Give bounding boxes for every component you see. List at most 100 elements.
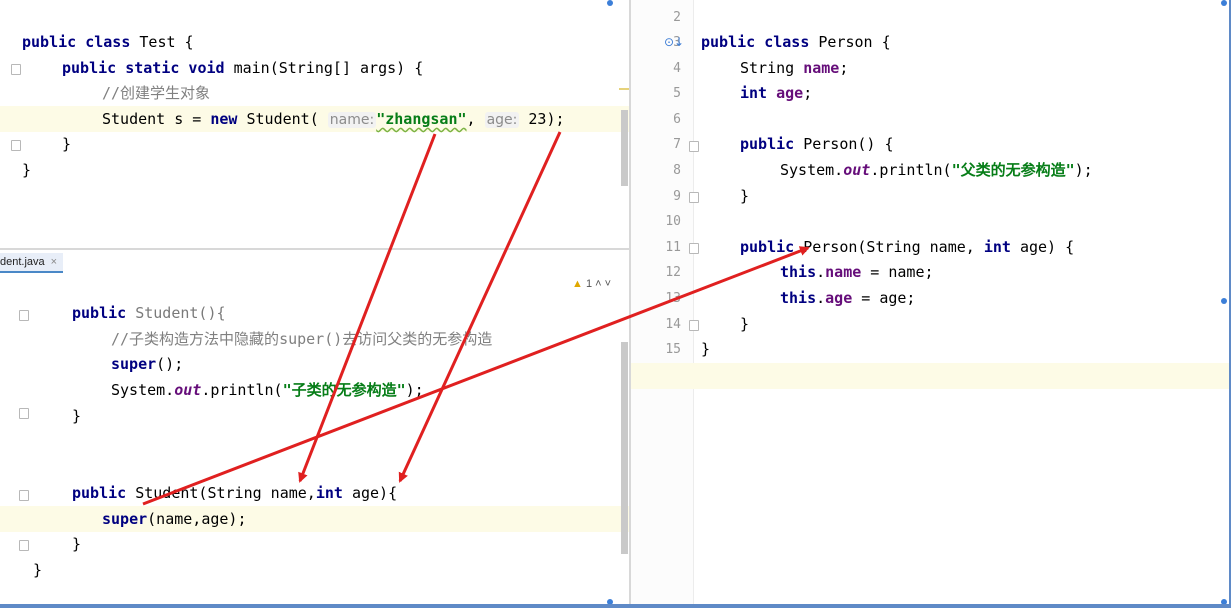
tab-label: dent.java (0, 256, 45, 268)
fold-marker[interactable] (689, 320, 699, 331)
test-editor-pane[interactable]: public class Test { public static void m… (0, 0, 629, 248)
keyword: int (740, 84, 768, 102)
code-line[interactable]: public Person(String name, int age) { (740, 235, 1074, 260)
code-text: Student( (237, 110, 319, 128)
code-line[interactable]: } (22, 158, 31, 183)
scrollbar-thumb[interactable] (621, 110, 628, 186)
code-line[interactable]: } (62, 132, 71, 157)
fold-marker[interactable] (11, 140, 21, 151)
code-text: } (701, 340, 711, 358)
code-text: } (62, 135, 72, 153)
code-line[interactable]: public Student(){ (72, 301, 226, 326)
code-line[interactable]: this.age = age; (780, 286, 915, 311)
code-line[interactable]: public Student(String name,int age){ (72, 481, 397, 506)
fold-marker[interactable] (19, 310, 29, 321)
parameter-hint: name: (327, 112, 377, 128)
keyword: public (740, 135, 795, 153)
code-line[interactable]: System.out.println("子类的无参构造"); (111, 378, 424, 403)
code-text: ; (839, 59, 849, 77)
code-line[interactable]: public static void main(String[] args) { (62, 56, 423, 81)
fold-marker[interactable] (19, 490, 29, 501)
code-text: ); (1074, 161, 1093, 179)
scrollbar-thumb[interactable] (621, 342, 628, 554)
field-name: name (803, 59, 840, 77)
code-line[interactable]: } (72, 532, 81, 557)
code-line[interactable]: //子类构造方法中隐藏的super()去访问父类的无参构造 (111, 327, 492, 352)
code-line[interactable]: } (33, 558, 42, 583)
chevron-down-icon[interactable]: ˅ (605, 278, 611, 290)
fold-marker[interactable] (11, 64, 21, 75)
keyword: public (740, 238, 795, 256)
student-editor-pane[interactable]: public Student(){ //子类构造方法中隐藏的super()去访问… (0, 250, 629, 608)
code-line[interactable]: super(); (111, 352, 183, 377)
line-number: 2 (673, 10, 681, 25)
keyword: this (780, 289, 817, 307)
code-line[interactable]: public class Person { (701, 30, 891, 55)
tab-student-java[interactable]: dent.java × (0, 253, 64, 273)
close-icon[interactable]: × (51, 256, 57, 268)
code-text: .println( (870, 161, 952, 179)
code-text: ; (803, 84, 813, 102)
code-text: ); (405, 381, 424, 399)
inspection-widget[interactable]: ▲ 1 ˄ ˅ (572, 278, 611, 290)
code-text: String (740, 59, 804, 77)
keyword: public (72, 304, 127, 322)
code-line[interactable]: int age; (740, 81, 812, 106)
code-text: age){ (342, 484, 398, 502)
implemented-by-icon[interactable]: ⊙↓ (664, 35, 684, 49)
code-line[interactable]: System.out.println("父类的无参构造"); (780, 158, 1093, 183)
line-number: 7 (673, 137, 681, 152)
comment: //子类构造方法中隐藏的super()去访问父类的无参构造 (111, 330, 493, 348)
fold-marker[interactable] (689, 192, 699, 203)
line-number: 15 (665, 342, 681, 357)
resize-handle[interactable] (1221, 0, 1227, 6)
code-text: ); (546, 110, 565, 128)
string-literal: "子类的无参构造" (282, 381, 406, 399)
selection-border (0, 604, 1231, 608)
code-line[interactable]: } (740, 312, 749, 337)
comment: //创建学生对象 (102, 84, 211, 102)
keyword: public class (701, 33, 810, 51)
keyword: public (72, 484, 127, 502)
code-line[interactable]: //创建学生对象 (102, 81, 210, 106)
resize-handle[interactable] (1221, 298, 1227, 304)
chevron-up-icon[interactable]: ˄ (595, 278, 601, 290)
code-text: } (33, 561, 43, 579)
fold-marker[interactable] (689, 243, 699, 254)
field-name: age (825, 289, 853, 307)
static-field: out (843, 161, 871, 179)
code-line[interactable]: } (701, 337, 710, 362)
keyword: super (102, 510, 148, 528)
code-text: = name; (861, 263, 934, 281)
code-text: } (22, 161, 32, 179)
code-line[interactable]: this.name = name; (780, 260, 934, 285)
code-line[interactable]: } (72, 404, 81, 429)
keyword: int (983, 238, 1011, 256)
code-line[interactable]: super(name,age); (102, 507, 247, 532)
warning-count: 1 (585, 278, 593, 290)
fold-marker[interactable] (19, 540, 29, 551)
code-line[interactable]: String name; (740, 56, 848, 81)
resize-handle[interactable] (607, 0, 613, 6)
code-line[interactable]: public Person() { (740, 132, 894, 157)
code-text: } (72, 535, 82, 553)
parameter-hint: age: (484, 112, 520, 128)
string-literal: "zhangsan" (376, 110, 467, 128)
scrollbar-marker (619, 88, 629, 90)
line-number: 8 (673, 163, 681, 178)
line-number-gutter: 2 3 4 5 6 7 8 9 10 11 12 13 14 15 16 (631, 0, 694, 608)
warning-icon: ▲ (572, 278, 583, 290)
fold-marker[interactable] (689, 141, 699, 152)
code-line[interactable]: } (740, 184, 749, 209)
keyword: public static void (62, 59, 225, 77)
code-text: Student(){ (126, 304, 226, 322)
keyword: this (780, 263, 817, 281)
code-line[interactable]: Student s = new Student( name: "zhangsan"… (102, 107, 565, 132)
code-text: Test { (130, 33, 194, 51)
static-field: out (174, 381, 202, 399)
keyword: public class (22, 33, 131, 51)
person-editor-pane[interactable]: 2 3 4 5 6 7 8 9 10 11 12 13 14 15 16 ⊙↓ … (631, 0, 1231, 608)
code-line[interactable]: public class Test { (22, 30, 194, 55)
fold-marker[interactable] (19, 408, 29, 419)
